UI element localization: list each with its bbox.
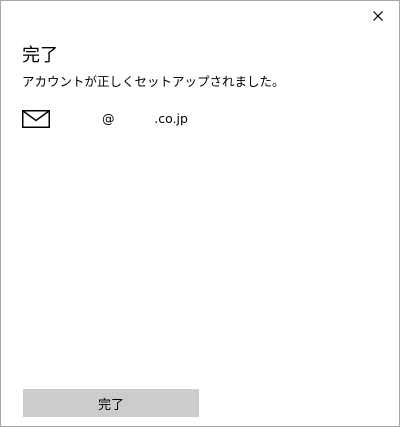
- close-button[interactable]: [365, 5, 391, 27]
- success-message: アカウントが正しくセットアップされました。: [22, 74, 285, 89]
- account-email: @ .co.jp: [102, 111, 188, 126]
- done-button[interactable]: 完了: [23, 389, 199, 417]
- account-setup-dialog: 完了 アカウントが正しくセットアップされました。 @ .co.jp 完了: [0, 0, 400, 427]
- account-row: @ .co.jp: [22, 109, 188, 129]
- mail-icon: [22, 110, 50, 128]
- close-icon: [373, 11, 383, 21]
- dialog-title: 完了: [22, 45, 58, 66]
